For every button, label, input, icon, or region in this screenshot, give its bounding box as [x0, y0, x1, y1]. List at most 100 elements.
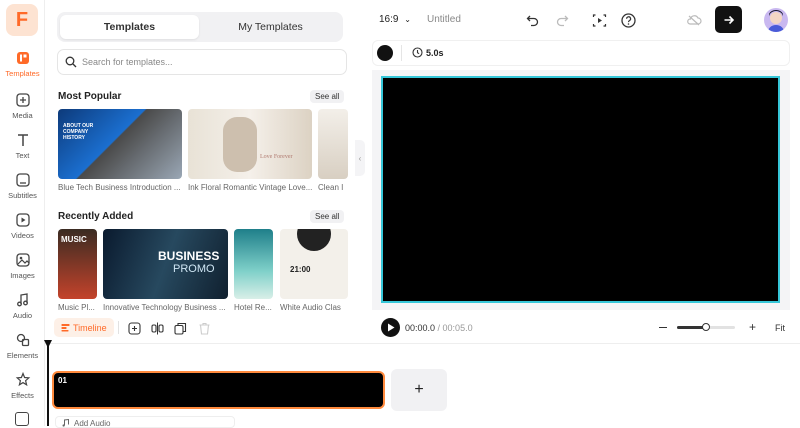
- add-clip-icon[interactable]: [125, 319, 143, 337]
- text-icon: [17, 134, 28, 146]
- template-thumbnail[interactable]: Love Forever: [188, 109, 312, 179]
- effects-icon: [15, 372, 30, 387]
- add-scene-button[interactable]: +: [391, 369, 447, 411]
- add-audio-label: Add Audio: [74, 419, 111, 428]
- template-thumbnail[interactable]: BUSINESS PROMO: [103, 229, 228, 299]
- redo-icon[interactable]: [553, 11, 571, 29]
- rail-label: Media: [12, 111, 33, 120]
- template-tabs: Templates My Templates: [57, 12, 343, 42]
- rail-item-audio[interactable]: Audio: [0, 292, 45, 330]
- tab-templates[interactable]: Templates: [60, 15, 199, 39]
- search-placeholder: Search for templates...: [82, 57, 173, 67]
- playhead[interactable]: [47, 344, 49, 426]
- template-thumbnail[interactable]: 21:00: [280, 229, 348, 299]
- zoom-in-button[interactable]: +: [749, 320, 756, 334]
- template-caption: White Audio Clas: [280, 303, 341, 312]
- thumbnail-text: BUSINESS: [158, 249, 220, 263]
- videos-icon: [15, 213, 30, 227]
- see-all-button[interactable]: See all: [310, 90, 345, 103]
- play-icon: [387, 323, 394, 332]
- rail-item-elements[interactable]: Elements: [0, 332, 45, 370]
- duplicate-icon[interactable]: [171, 319, 189, 337]
- split-icon[interactable]: [148, 319, 166, 337]
- play-button[interactable]: [381, 318, 400, 337]
- project-title[interactable]: Untitled: [427, 14, 461, 25]
- rail-item-subtitles[interactable]: Subtitles: [0, 172, 45, 210]
- rail-item-effects[interactable]: Effects: [0, 372, 45, 410]
- thumbnail-text: ABOUT OUR COMPANY HISTORY: [63, 123, 94, 141]
- section-title-recently-added: Recently Added: [58, 211, 134, 222]
- divider: [401, 45, 402, 61]
- template-caption: Clean I: [318, 183, 344, 192]
- template-thumbnail[interactable]: MUSIC: [58, 229, 97, 299]
- cloud-sync-icon[interactable]: [685, 11, 703, 29]
- help-icon[interactable]: [619, 11, 637, 29]
- section-title-most-popular: Most Popular: [58, 91, 122, 102]
- clock-icon: [412, 47, 423, 58]
- rail-label: Elements: [6, 351, 39, 360]
- template-caption: Hotel Re...: [234, 303, 272, 312]
- divider: [118, 321, 119, 334]
- playback-time: 00:00.0 / 00:05.0: [405, 323, 473, 333]
- rail-label: Effects: [11, 391, 34, 400]
- background-color-swatch[interactable]: [377, 45, 393, 61]
- template-thumbnail[interactable]: [318, 109, 348, 179]
- thumbnail-text: Love Forever: [260, 154, 293, 160]
- search-icon: [65, 56, 77, 68]
- playhead-handle[interactable]: [44, 340, 52, 348]
- rail-item-images[interactable]: Images: [0, 252, 45, 290]
- rail-item-media[interactable]: Media: [0, 92, 45, 130]
- time-separator: /: [435, 323, 443, 333]
- rail-item-text[interactable]: Text: [0, 132, 45, 170]
- template-thumbnail[interactable]: [234, 229, 273, 299]
- template-caption: Blue Tech Business Introduction ...: [58, 183, 181, 192]
- aspect-ratio-selector[interactable]: 16:9 ⌄: [379, 14, 411, 25]
- timeline-tab-label: Timeline: [73, 322, 107, 333]
- export-button[interactable]: [715, 6, 742, 33]
- duration-value: 5.0s: [426, 47, 444, 58]
- templates-panel: Templates My Templates Search for templa…: [45, 0, 355, 316]
- fit-button[interactable]: Fit: [775, 323, 785, 333]
- images-icon: [15, 253, 30, 267]
- rail-label: Audio: [12, 311, 33, 320]
- rail-item-templates[interactable]: Templates: [0, 50, 45, 88]
- audio-icon: [16, 293, 28, 307]
- elements-icon: [16, 333, 29, 347]
- rail-item-videos[interactable]: Videos: [0, 212, 45, 250]
- rail-label: Text: [15, 151, 30, 160]
- delete-icon[interactable]: [195, 319, 213, 337]
- undo-icon[interactable]: [524, 11, 542, 29]
- zoom-out-button[interactable]: [659, 327, 667, 329]
- timeline-clip[interactable]: 01: [52, 371, 385, 409]
- arrow-right-icon: [724, 15, 734, 24]
- video-canvas[interactable]: [381, 76, 780, 303]
- template-thumbnail[interactable]: ABOUT OUR COMPANY HISTORY: [58, 109, 182, 179]
- avatar[interactable]: [764, 8, 788, 32]
- app-logo[interactable]: F: [6, 4, 38, 36]
- duration-control[interactable]: 5.0s: [412, 47, 444, 58]
- zoom-slider[interactable]: [677, 323, 735, 331]
- template-caption: Ink Floral Romantic Vintage Love...: [188, 183, 313, 192]
- template-caption: Music Pl...: [58, 303, 95, 312]
- more-tools-icon[interactable]: [15, 412, 29, 426]
- total-time: 00:05.0: [442, 323, 473, 333]
- tab-my-templates[interactable]: My Templates: [201, 15, 340, 39]
- zoom-slider-handle[interactable]: [702, 323, 710, 331]
- search-input[interactable]: Search for templates...: [57, 49, 347, 75]
- add-audio-button[interactable]: Add Audio: [55, 416, 235, 428]
- panel-collapse-handle[interactable]: ‹: [355, 140, 365, 176]
- preview-icon[interactable]: [590, 11, 608, 29]
- aspect-ratio-value: 16:9: [379, 14, 399, 25]
- rail-label: Videos: [11, 231, 34, 240]
- subtitles-icon: [15, 173, 30, 187]
- templates-icon: [16, 52, 29, 64]
- rail-label: Subtitles: [8, 191, 37, 200]
- see-all-button[interactable]: See all: [310, 210, 345, 223]
- timeline-tab[interactable]: Timeline: [54, 318, 114, 337]
- rail-label: Images: [10, 271, 35, 280]
- template-caption: Innovative Technology Business ...: [103, 303, 226, 312]
- thumbnail-text: 21:00: [290, 265, 311, 274]
- left-rail: F Templates Media Text Subtitles Videos …: [0, 0, 45, 426]
- current-time: 00:00.0: [405, 323, 436, 333]
- thumbnail-text: MUSIC: [61, 235, 87, 244]
